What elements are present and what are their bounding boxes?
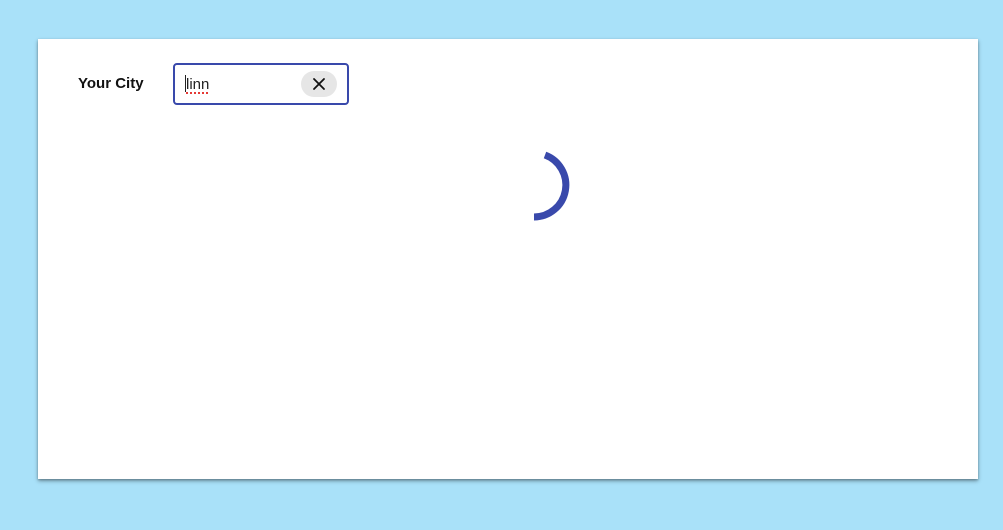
city-input-value[interactable]: linn bbox=[185, 75, 209, 94]
city-label: Your City bbox=[78, 75, 144, 92]
city-input[interactable]: linn bbox=[173, 63, 349, 105]
spinner-icon bbox=[533, 151, 570, 221]
close-icon bbox=[313, 78, 325, 90]
clear-button[interactable] bbox=[301, 71, 337, 97]
city-input-text: linn bbox=[186, 76, 210, 93]
main-card: Your City linn bbox=[38, 39, 978, 479]
